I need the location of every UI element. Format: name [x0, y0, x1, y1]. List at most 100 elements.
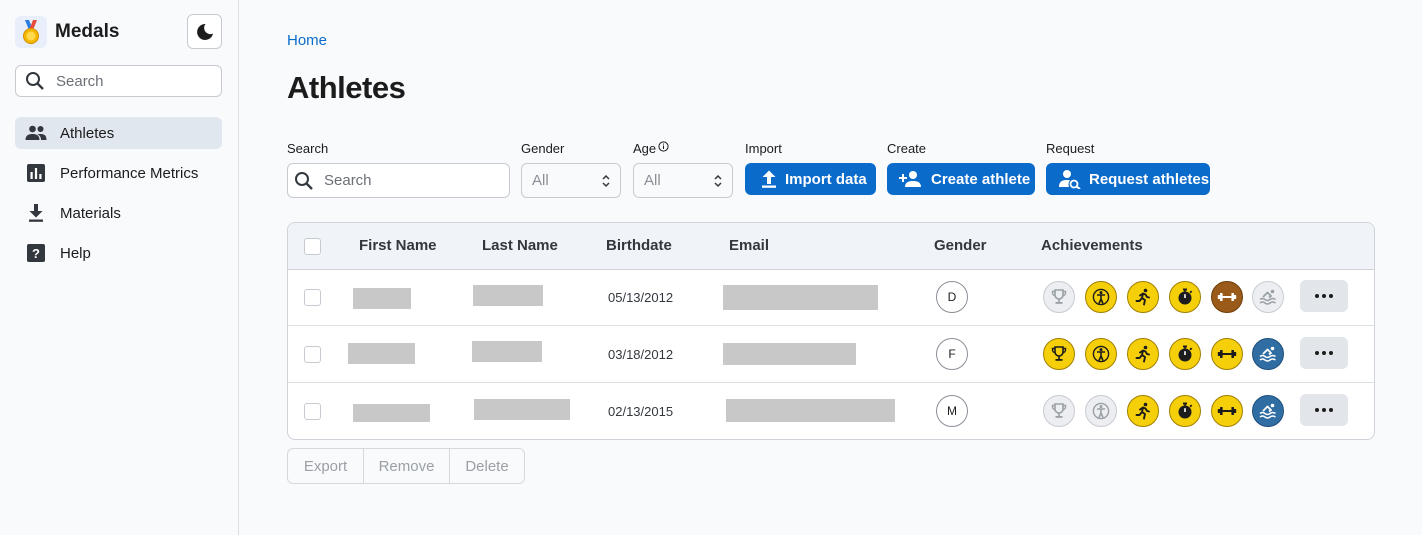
bulk-actions: Export Remove Delete [287, 448, 525, 484]
chevron-up-down-icon [714, 174, 722, 188]
sidebar-item-label: Athletes [60, 124, 115, 142]
app-name: Medals [55, 21, 120, 42]
sidebar-item-help[interactable]: ? Help [15, 237, 222, 269]
swimming-achievement-badge[interactable] [1252, 338, 1284, 370]
breadcrumb-home[interactable]: Home [287, 32, 327, 49]
bar-chart-icon [25, 162, 47, 184]
athlete-search[interactable] [287, 163, 510, 198]
chevron-up-down-icon [602, 174, 610, 188]
athletes-table: First Name Last Name Birthdate Email Gen… [287, 222, 1375, 440]
running-icon [1135, 345, 1150, 363]
request-athletes-button[interactable]: Request athletes [1046, 163, 1210, 195]
column-first-name[interactable]: First Name [359, 237, 437, 254]
help-icon: ? [25, 242, 47, 264]
column-birthdate[interactable]: Birthdate [606, 237, 672, 254]
swimming-achievement-badge[interactable] [1252, 395, 1284, 427]
stopwatch-achievement-badge[interactable] [1169, 281, 1201, 313]
dumbbell-achievement-badge[interactable] [1211, 338, 1243, 370]
redacted-last-name [474, 399, 570, 420]
create-athlete-label: Create athlete [931, 170, 1031, 188]
select-all-checkbox[interactable] [304, 238, 321, 255]
column-gender[interactable]: Gender [934, 237, 987, 254]
sidebar-item-athletes[interactable]: Athletes [15, 117, 222, 149]
sidebar-item-materials[interactable]: Materials [15, 197, 222, 229]
trophy-achievement-badge[interactable] [1043, 395, 1075, 427]
body-achievement-badge[interactable] [1085, 338, 1117, 370]
medal-icon [15, 16, 47, 48]
stopwatch-achievement-badge[interactable] [1169, 338, 1201, 370]
row-checkbox[interactable] [304, 289, 321, 306]
trophy-achievement-badge[interactable] [1043, 281, 1075, 313]
age-label: Age [633, 141, 657, 156]
redacted-last-name [472, 341, 542, 362]
info-icon[interactable] [658, 141, 669, 152]
more-actions-button[interactable] [1300, 394, 1348, 426]
gender-label: Gender [521, 141, 565, 156]
page-title: Athletes [287, 70, 406, 105]
sidebar-search-input[interactable] [56, 72, 216, 90]
sidebar-item-performance-metrics[interactable]: Performance Metrics [15, 157, 222, 189]
more-actions-button[interactable] [1300, 280, 1348, 312]
add-person-icon [899, 170, 923, 188]
more-icon [1315, 408, 1333, 412]
dumbbell-achievement-badge[interactable] [1211, 395, 1243, 427]
more-icon [1315, 351, 1333, 355]
swimming-achievement-badge[interactable] [1252, 281, 1284, 313]
table-row[interactable]: 02/13/2015 M [288, 383, 1374, 439]
dumbbell-achievement-badge[interactable] [1211, 281, 1243, 313]
stopwatch-achievement-badge[interactable] [1169, 395, 1201, 427]
redacted-last-name [473, 285, 543, 306]
sidebar-nav: Athletes Performance Metrics Materials ?… [15, 117, 222, 277]
theme-toggle-button[interactable] [187, 14, 222, 49]
swimming-icon [1259, 403, 1276, 419]
download-icon [25, 202, 47, 224]
export-button[interactable]: Export [288, 449, 364, 483]
search-icon [26, 72, 44, 90]
upload-icon [761, 170, 777, 188]
svg-text:?: ? [32, 246, 40, 261]
swimming-icon [1259, 346, 1276, 362]
redacted-email [723, 343, 856, 365]
delete-button[interactable]: Delete [450, 449, 524, 483]
create-label: Create [887, 141, 927, 156]
body-achievement-badge[interactable] [1085, 395, 1117, 427]
import-data-label: Import data [785, 170, 867, 188]
search-icon [295, 171, 313, 190]
column-last-name[interactable]: Last Name [482, 237, 558, 254]
gender-select[interactable]: All [521, 163, 621, 198]
gender-badge: F [936, 338, 968, 370]
more-actions-button[interactable] [1300, 337, 1348, 369]
remove-button[interactable]: Remove [364, 449, 450, 483]
search-label: Search [287, 141, 329, 156]
running-icon [1135, 288, 1150, 306]
stopwatch-icon [1178, 402, 1193, 419]
table-row[interactable]: 05/13/2012 D [288, 269, 1374, 326]
dumbbell-icon [1217, 293, 1237, 301]
trophy-icon [1051, 346, 1067, 361]
gender-badge: D [936, 281, 968, 313]
redacted-first-name [348, 343, 415, 364]
trophy-achievement-badge[interactable] [1043, 338, 1075, 370]
body-icon [1092, 402, 1110, 420]
column-email[interactable]: Email [729, 237, 769, 254]
sidebar-item-label: Help [60, 244, 91, 262]
running-achievement-badge[interactable] [1127, 338, 1159, 370]
athlete-search-input[interactable] [324, 172, 494, 189]
row-checkbox[interactable] [304, 403, 321, 420]
sidebar-item-label: Performance Metrics [60, 164, 199, 182]
running-achievement-badge[interactable] [1127, 281, 1159, 313]
sidebar-item-label: Materials [60, 204, 121, 222]
redacted-first-name [353, 404, 430, 422]
age-select[interactable]: All [633, 163, 733, 198]
body-icon [1092, 345, 1110, 363]
request-athletes-label: Request athletes [1089, 170, 1210, 188]
swimming-icon [1259, 289, 1276, 305]
import-label: Import [745, 141, 782, 156]
table-row[interactable]: 03/18/2012 F [288, 326, 1374, 383]
running-achievement-badge[interactable] [1127, 395, 1159, 427]
import-data-button[interactable]: Import data [745, 163, 876, 195]
row-checkbox[interactable] [304, 346, 321, 363]
sidebar-search[interactable] [15, 65, 222, 97]
body-achievement-badge[interactable] [1085, 281, 1117, 313]
create-athlete-button[interactable]: Create athlete [887, 163, 1035, 195]
